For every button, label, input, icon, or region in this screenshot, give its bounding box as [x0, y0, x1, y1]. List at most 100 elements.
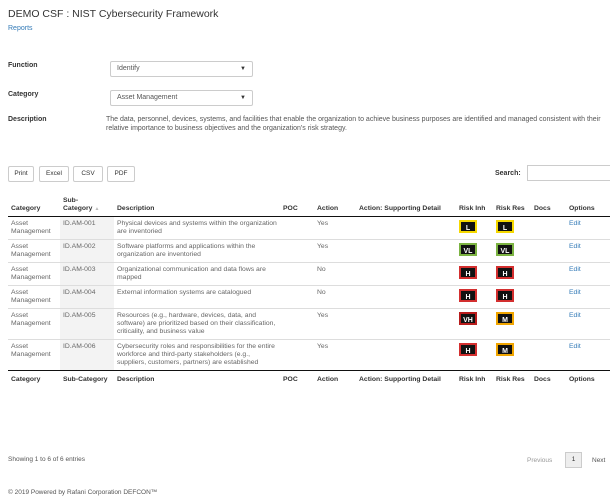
previous-page-button[interactable]: Previous	[527, 457, 552, 464]
next-page-button[interactable]: Next	[592, 457, 605, 464]
cell-poc	[280, 263, 314, 286]
cell-action: Yes	[317, 312, 329, 319]
table-header-row: Category Sub-Category ▲ Description POC A…	[8, 190, 610, 217]
edit-link[interactable]: Edit	[569, 220, 581, 227]
risk-inherent-badge: H	[459, 266, 477, 279]
breadcrumb-reports[interactable]: Reports	[8, 25, 33, 32]
cell-action: Yes	[317, 243, 329, 250]
foot-action-detail: Action: Supporting Detail	[356, 370, 456, 387]
table-row: Asset Management ID.AM-006 Cybersecurity r…	[8, 339, 610, 371]
col-risk-inh[interactable]: Risk Inh	[456, 190, 493, 217]
function-select-value: Identify	[117, 65, 140, 72]
table-row: Asset Management ID.AM-004 External inform…	[8, 285, 610, 309]
cell-action-detail	[356, 309, 456, 340]
page-1-button[interactable]: 1	[565, 452, 582, 468]
page-title: DEMO CSF : NIST Cybersecurity Framework	[8, 8, 219, 20]
col-options: Options	[566, 190, 610, 217]
cell-action: No	[317, 266, 326, 273]
cell-poc	[280, 286, 314, 309]
description-label: Description	[8, 116, 47, 123]
edit-link[interactable]: Edit	[569, 289, 581, 296]
edit-link[interactable]: Edit	[569, 343, 581, 350]
cell-action: No	[317, 289, 326, 296]
foot-options: Options	[566, 370, 610, 387]
col-poc[interactable]: POC	[280, 190, 314, 217]
cell-category: Asset Management	[11, 289, 51, 304]
edit-link[interactable]: Edit	[569, 312, 581, 319]
print-button[interactable]: Print	[8, 166, 34, 182]
col-docs[interactable]: Docs	[531, 190, 566, 217]
cell-category: Asset Management	[11, 266, 51, 281]
cell-action: Yes	[317, 343, 329, 350]
foot-subcategory: Sub-Category	[60, 370, 114, 387]
cell-docs	[531, 263, 566, 286]
cell-subcategory: ID.AM-002	[60, 239, 114, 263]
risk-inherent-badge: H	[459, 289, 477, 302]
cell-docs	[531, 217, 566, 240]
cell-subcategory: ID.AM-005	[60, 308, 114, 340]
risk-residual-badge: H	[496, 266, 514, 279]
cell-poc	[280, 309, 314, 340]
category-select[interactable]: Asset Management ▼	[110, 90, 253, 106]
cell-subcategory: ID.AM-003	[60, 262, 114, 286]
cell-description: Resources (e.g., hardware, devices, data…	[117, 312, 276, 335]
risk-inherent-badge: L	[459, 220, 477, 233]
risk-residual-badge: VL	[496, 243, 514, 256]
table-row: Asset Management ID.AM-001 Physical device…	[8, 216, 610, 240]
table-footer-row: Category Sub-Category Description POC Ac…	[8, 370, 610, 387]
category-select-value: Asset Management	[117, 94, 178, 101]
caret-down-icon: ▼	[240, 95, 246, 101]
cell-poc	[280, 340, 314, 371]
cell-category: Asset Management	[11, 243, 51, 258]
col-action[interactable]: Action	[314, 190, 356, 217]
cell-docs	[531, 286, 566, 309]
cell-docs	[531, 240, 566, 263]
cell-action-detail	[356, 340, 456, 371]
foot-risk-res: Risk Res	[493, 370, 531, 387]
risk-inherent-badge: VH	[459, 312, 477, 325]
controls-table: Category Sub-Category ▲ Description POC A…	[8, 190, 610, 387]
edit-link[interactable]: Edit	[569, 266, 581, 273]
table-info: Showing 1 to 6 of 6 entries	[8, 456, 85, 463]
cell-action-detail	[356, 286, 456, 309]
risk-residual-badge: H	[496, 289, 514, 302]
risk-inherent-badge: VL	[459, 243, 477, 256]
foot-action: Action	[314, 370, 356, 387]
search-input[interactable]	[527, 165, 610, 181]
cell-subcategory: ID.AM-004	[60, 285, 114, 309]
foot-description: Description	[114, 370, 280, 387]
description-text: The data, personnel, devices, systems, a…	[106, 116, 601, 132]
cell-description: Cybersecurity roles and responsibilities…	[117, 343, 275, 366]
cell-poc	[280, 217, 314, 240]
risk-residual-badge: M	[496, 343, 514, 356]
sort-asc-icon: ▲	[94, 206, 100, 212]
col-action-detail[interactable]: Action: Supporting Detail	[356, 190, 456, 217]
cell-poc	[280, 240, 314, 263]
cell-subcategory: ID.AM-006	[60, 339, 114, 371]
risk-inherent-badge: H	[459, 343, 477, 356]
foot-category: Category	[8, 370, 60, 387]
pdf-button[interactable]: PDF	[107, 166, 135, 182]
excel-button[interactable]: Excel	[39, 166, 69, 182]
col-subcategory[interactable]: Sub-Category ▲	[60, 190, 114, 217]
col-category[interactable]: Category	[8, 190, 60, 217]
cell-category: Asset Management	[11, 312, 51, 327]
col-description[interactable]: Description	[114, 190, 280, 217]
caret-down-icon: ▼	[240, 66, 246, 72]
risk-residual-badge: M	[496, 312, 514, 325]
search-label: Search:	[495, 170, 521, 177]
cell-subcategory: ID.AM-001	[60, 216, 114, 240]
cell-description: Organizational communication and data fl…	[117, 266, 266, 281]
table-row: Asset Management ID.AM-002 Software platfo…	[8, 239, 610, 263]
cell-docs	[531, 340, 566, 371]
cell-description: Physical devices and systems within the …	[117, 220, 277, 235]
csv-button[interactable]: CSV	[73, 166, 103, 182]
footer-text: © 2019 Powered by Rafani Corporation DEF…	[8, 489, 158, 496]
col-risk-res[interactable]: Risk Res	[493, 190, 531, 217]
cell-category: Asset Management	[11, 343, 51, 358]
edit-link[interactable]: Edit	[569, 243, 581, 250]
category-label: Category	[8, 91, 39, 98]
cell-action-detail	[356, 217, 456, 240]
cell-action: Yes	[317, 220, 329, 227]
function-select[interactable]: Identify ▼	[110, 61, 253, 77]
